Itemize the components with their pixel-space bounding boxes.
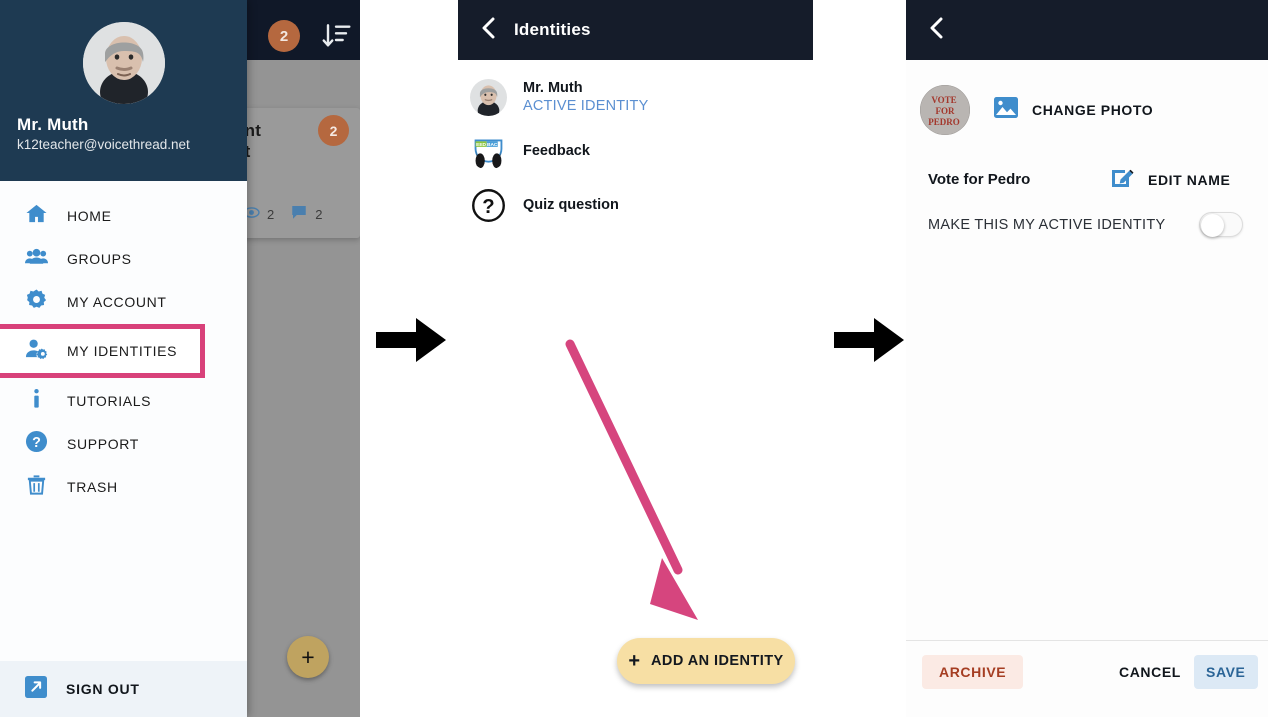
home-icon [25,202,48,230]
svg-text:PEDRO: PEDRO [928,117,960,127]
cancel-button[interactable]: CANCEL [1109,655,1191,689]
panel-home-drawer: ent at 2 2 2 + 2 [0,0,360,717]
list-item-text: Quiz question [523,197,619,213]
edit-name-label: EDIT NAME [1148,171,1231,188]
list-item-text: Feedback [523,143,590,159]
sidebar-item-home[interactable]: HOME [0,194,247,237]
screenshot-stage: ent at 2 2 2 + 2 [0,0,1268,717]
list-item-text: Mr. Muth ACTIVE IDENTITY [523,80,648,115]
status-badge: ACTIVE IDENTITY [523,97,649,114]
edit-name-button[interactable]: EDIT NAME [1110,165,1230,194]
comment-icon [290,203,308,226]
sidebar-item-label: TUTORIALS [67,392,152,409]
gear-icon [25,288,48,316]
list-item[interactable]: ? Quiz question [458,178,813,232]
change-photo-label: CHANGE PHOTO [1032,102,1154,118]
add-fab-button[interactable]: + [287,636,329,678]
plus-icon: + [301,643,315,670]
identity-name: Mr. Muth [523,79,583,96]
profile-email: k12teacher@voicethread.net [17,137,190,152]
black-right-arrow-1 [376,318,446,367]
sort-descending-icon[interactable] [320,20,352,52]
background-card-badge: 2 [318,115,349,146]
drawer-nav-list: HOME GROUPS MY ACCOUNT MY IDENTITIES TUT… [0,181,247,508]
comments-count: 2 [315,207,323,222]
page-title: Identities [514,20,591,39]
svg-text:?: ? [482,195,494,217]
background-card-stats: 2 2 [243,203,331,226]
identity-name: Vote for Pedro [928,171,1031,188]
avatar [470,78,507,116]
sidebar-item-label: MY ACCOUNT [67,293,167,310]
card-title-line-2: at [235,141,315,162]
groups-icon [25,245,48,273]
sign-out-label: SIGN OUT [66,681,140,697]
svg-text:EED: EED [476,141,486,147]
sign-out-icon [25,675,47,703]
add-an-identity-label: ADD AN IDENTITY [651,653,784,669]
toggle-knob [1201,214,1224,237]
sidebar-item-label: MY IDENTITIES [67,343,178,359]
pink-pointer-arrow [552,332,722,627]
svg-text:?: ? [32,434,41,450]
sidebar-item-my-identities[interactable]: MY IDENTITIES [0,324,205,378]
notification-badge[interactable]: 2 [268,20,300,52]
svg-text:FOR: FOR [936,106,955,116]
edit-pencil-icon [1110,165,1134,194]
change-photo-button[interactable]: CHANGE PHOTO [994,97,1153,123]
identity-name-row: Vote for Pedro EDIT NAME [906,135,1268,194]
sidebar-item-label: TRASH [67,478,118,495]
card-title-line-1: ent [235,121,262,140]
sidebar-item-trash[interactable]: TRASH [0,465,247,508]
chevron-left-icon[interactable] [928,17,944,44]
navigation-drawer: Mr. Muth k12teacher@voicethread.net HOME [0,0,247,717]
sidebar-item-groups[interactable]: GROUPS [0,237,247,280]
plus-icon: + [628,650,640,672]
sidebar-item-my-account[interactable]: MY ACCOUNT [0,280,247,323]
photo-row: VOTE FOR PEDRO CHANGE PHOTO [906,60,1268,135]
list-item[interactable]: Mr. Muth ACTIVE IDENTITY [458,70,813,124]
identity-name: Feedback [523,143,590,159]
vote-for-pedro-avatar[interactable]: VOTE FOR PEDRO [920,85,970,135]
views-count: 2 [267,207,275,222]
sidebar-item-support[interactable]: ? SUPPORT [0,422,247,465]
black-right-arrow-2 [834,318,904,367]
identity-action-bar: ARCHIVE CANCEL SAVE [906,641,1268,717]
archive-button[interactable]: ARCHIVE [922,655,1024,689]
background-card-title: ent at [235,120,315,162]
sidebar-item-label: HOME [67,207,112,224]
save-button[interactable]: SAVE [1194,655,1258,689]
question-mark-avatar: ? [470,186,507,224]
sidebar-item-label: SUPPORT [67,435,139,452]
active-identity-row: MAKE THIS MY ACTIVE IDENTITY [906,194,1268,237]
identities-header: Identities [458,0,813,60]
drawer-profile-header: Mr. Muth k12teacher@voicethread.net [0,0,247,181]
identity-name: Quiz question [523,197,619,213]
chevron-left-icon[interactable] [480,17,496,44]
add-an-identity-button[interactable]: + ADD AN IDENTITY [617,638,795,684]
identity-detail-header [906,0,1268,60]
feedback-logo-avatar: EED BAC [470,132,507,170]
avatar[interactable] [82,22,165,104]
active-identity-label: MAKE THIS MY ACTIVE IDENTITY [928,216,1166,233]
profile-name: Mr. Muth [17,115,89,134]
question-circle-icon: ? [25,430,48,458]
sidebar-item-label: GROUPS [67,250,132,267]
trash-icon [25,473,48,501]
identities-list: Mr. Muth ACTIVE IDENTITY EED BAC Feedbac… [458,60,813,232]
sidebar-item-tutorials[interactable]: TUTORIALS [0,379,247,422]
active-identity-toggle[interactable] [1199,212,1243,237]
info-icon [25,387,48,415]
sign-out-button[interactable]: SIGN OUT [0,661,247,717]
user-gear-icon [25,337,48,365]
svg-text:VOTE: VOTE [931,95,956,105]
image-icon [994,97,1018,123]
svg-text:BAC: BAC [487,141,498,147]
list-item[interactable]: EED BAC Feedback [458,124,813,178]
panel-identity-detail: VOTE FOR PEDRO CHANGE PHOTO Vote for Ped… [906,0,1268,717]
